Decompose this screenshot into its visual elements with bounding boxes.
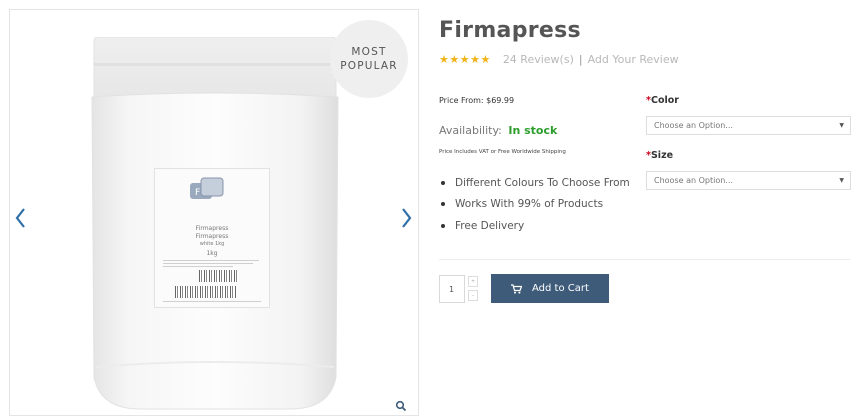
barcode: [175, 286, 237, 298]
feature-item: Works With 99% of Products: [441, 194, 630, 216]
feature-item: Free Delivery: [441, 215, 630, 237]
star-rating-icon: ★★★★★: [439, 53, 491, 66]
chevron-down-icon: ▼: [839, 122, 844, 129]
label-name: Firmapress: [195, 233, 229, 240]
chevron-left-icon[interactable]: [13, 206, 29, 230]
quantity-input[interactable]: 1: [439, 275, 465, 303]
add-to-cart-label: Add to Cart: [532, 283, 589, 294]
barcode: [199, 270, 239, 282]
product-title: Firmapress: [439, 18, 581, 43]
quantity-increase-button[interactable]: +: [468, 276, 478, 287]
label-fineprint: [163, 301, 261, 302]
label-fineprint: [163, 266, 233, 267]
badge-line-1: MOST: [351, 46, 387, 58]
feature-list: Different Colours To Choose From Works W…: [441, 172, 630, 237]
availability-label: Availability:: [439, 124, 502, 137]
color-label-text: Color: [650, 95, 679, 106]
size-label-text: Size: [650, 150, 674, 161]
badge-line-2: POPULAR: [340, 60, 398, 72]
size-select-value: Choose an Option...: [654, 176, 733, 185]
availability: Availability: In stock: [439, 124, 557, 137]
color-select[interactable]: Choose an Option... ▼: [646, 116, 851, 135]
rating-summary: ★★★★★ 24 Review(s) | Add Your Review: [439, 53, 679, 66]
vat-note: Price Includes VAT or Free Worldwide Shi…: [439, 149, 566, 155]
reviews-link[interactable]: 24 Review(s): [503, 53, 574, 66]
color-label: *Color: [646, 95, 679, 106]
label-brand: Firmapress: [195, 225, 229, 232]
rating-separator: |: [578, 53, 583, 66]
stock-status: In stock: [508, 124, 558, 137]
size-label: *Size: [646, 150, 673, 161]
product-label: F Firmapress Firmapress white 1kg 1kg: [154, 168, 270, 308]
most-popular-badge: MOST POPULAR: [330, 20, 408, 98]
product-gallery: F Firmapress Firmapress white 1kg 1kg MO…: [9, 9, 419, 416]
price: Price From: $69.99: [439, 96, 515, 105]
zoom-icon[interactable]: [395, 400, 407, 412]
size-select[interactable]: Choose an Option... ▼: [646, 171, 851, 190]
svg-text:F: F: [195, 188, 200, 198]
label-fineprint: [163, 260, 259, 261]
cart-icon: [511, 283, 522, 294]
quantity-decrease-button[interactable]: -: [468, 290, 478, 301]
color-select-value: Choose an Option...: [654, 121, 733, 130]
feature-item: Different Colours To Choose From: [441, 172, 630, 194]
label-weight-small: white 1kg: [199, 241, 225, 247]
label-fineprint: [163, 263, 253, 264]
label-weight: 1kg: [206, 250, 218, 257]
add-review-link[interactable]: Add Your Review: [588, 53, 679, 66]
add-to-cart-button[interactable]: Add to Cart: [491, 274, 609, 303]
divider: [439, 259, 850, 260]
chevron-down-icon: ▼: [839, 177, 844, 184]
brand-logo: F: [190, 177, 224, 199]
chevron-right-icon[interactable]: [398, 206, 414, 230]
